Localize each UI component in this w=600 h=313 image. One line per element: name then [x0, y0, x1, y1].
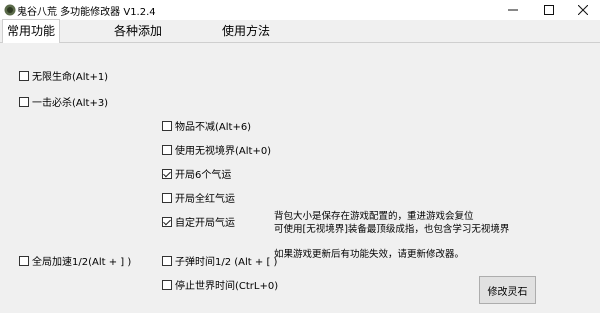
custom-start-luck-option[interactable]: 自定开局气运 — [162, 214, 235, 229]
minimize-icon — [508, 9, 518, 11]
infinite-life-checkbox[interactable] — [19, 70, 29, 81]
start-six-luck-checkbox[interactable] — [162, 168, 172, 179]
ignore-realm-option[interactable]: 使用无视境界(Alt+0) — [162, 142, 271, 157]
info-backpack-note: 背包大小是保存在游戏配置的，重进游戏会复位 — [274, 211, 474, 222]
bullet-time-checkbox[interactable] — [162, 255, 172, 266]
app-icon — [4, 4, 16, 16]
maximize-button[interactable] — [532, 0, 566, 20]
maximize-icon — [544, 5, 554, 15]
stop-world-time-label: 停止世界时间(CtrL+0) — [175, 281, 279, 292]
stop-world-time-checkbox[interactable] — [162, 279, 172, 290]
start-six-luck-option[interactable]: 开局6个气运 — [162, 166, 231, 181]
info-realm-note: 可使用[无视境界]装备最顶级成指，也包含学习无视境界 — [274, 224, 510, 235]
bullet-time-option[interactable]: 子弹时间1/2 (Alt + [ ) — [162, 253, 277, 268]
stop-world-time-option[interactable]: 停止世界时间(CtrL+0) — [162, 277, 278, 292]
main-panel — [0, 43, 600, 313]
global-speed-option[interactable]: 全局加速1/2(Alt + ] ) — [19, 253, 131, 268]
tab-strip: 常用功能 各种添加 使用方法 — [0, 19, 600, 44]
one-hit-kill-checkbox[interactable] — [19, 96, 29, 107]
start-six-luck-label: 开局6个气运 — [175, 170, 232, 181]
title-bar: 鬼谷八荒 多功能修改器 V1.2.4 — [0, 0, 600, 20]
ignore-realm-checkbox[interactable] — [162, 144, 172, 155]
infinite-life-option[interactable]: 无限生命(Alt+1) — [19, 68, 108, 83]
tab-common-functions[interactable]: 常用功能 — [2, 19, 61, 44]
custom-start-luck-checkbox[interactable] — [162, 216, 172, 227]
items-no-decrease-label: 物品不减(Alt+6) — [175, 122, 252, 133]
bullet-time-label: 子弹时间1/2 (Alt + [ ) — [175, 257, 278, 268]
global-speed-label: 全局加速1/2(Alt + ] ) — [32, 257, 132, 268]
global-speed-checkbox[interactable] — [19, 255, 29, 266]
custom-start-luck-label: 自定开局气运 — [175, 218, 235, 229]
start-all-red-luck-option[interactable]: 开局全红气运 — [162, 190, 235, 205]
window-title: 鬼谷八荒 多功能修改器 V1.2.4 — [17, 7, 156, 18]
one-hit-kill-option[interactable]: 一击必杀(Alt+3) — [19, 94, 108, 109]
start-all-red-luck-checkbox[interactable] — [162, 192, 172, 203]
tab-usage[interactable]: 使用方法 — [222, 20, 270, 42]
start-all-red-luck-label: 开局全红气运 — [175, 194, 235, 205]
tab-various-add[interactable]: 各种添加 — [114, 20, 162, 42]
ignore-realm-label: 使用无视境界(Alt+0) — [175, 146, 272, 157]
items-no-decrease-option[interactable]: 物品不减(Alt+6) — [162, 118, 251, 133]
one-hit-kill-label: 一击必杀(Alt+3) — [32, 98, 109, 109]
info-update-note: 如果游戏更新后有功能失效，请更新修改器。 — [274, 249, 465, 260]
modify-spirit-stone-button[interactable]: 修改灵石 — [479, 276, 536, 304]
infinite-life-label: 无限生命(Alt+1) — [32, 72, 109, 83]
close-button[interactable] — [566, 0, 600, 20]
items-no-decrease-checkbox[interactable] — [162, 120, 172, 131]
close-icon — [578, 5, 588, 15]
minimize-button[interactable] — [496, 0, 530, 20]
